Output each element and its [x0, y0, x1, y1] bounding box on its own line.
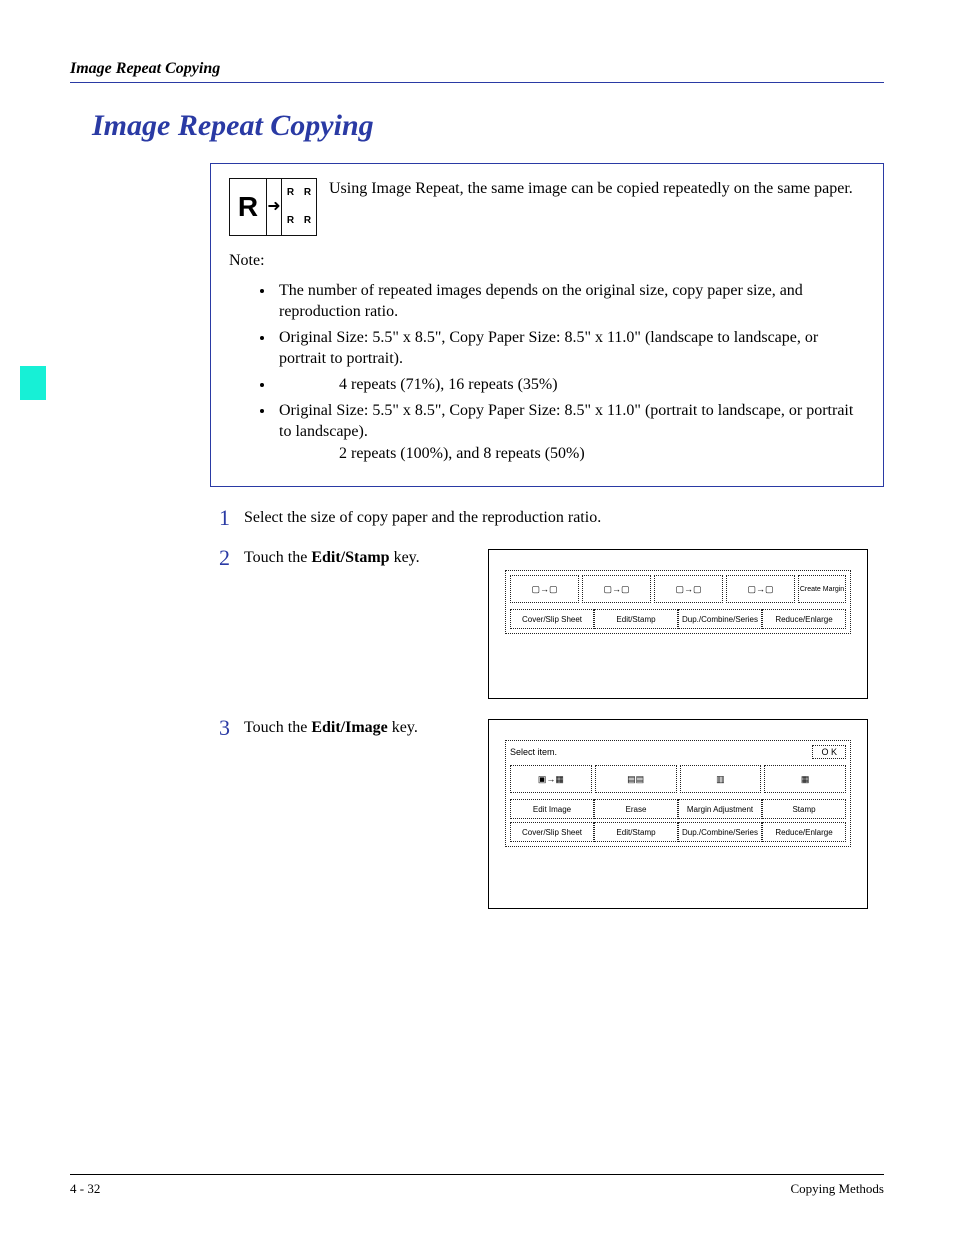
option-icon[interactable]: ▤▤: [595, 765, 677, 793]
mode-icon[interactable]: ▢→▢: [510, 575, 579, 603]
page-title: Image Repeat Copying: [92, 109, 884, 143]
touchscreen-figure: ▢→▢ ▢→▢ ▢→▢ ▢→▢ Create Margin Cover/Slip…: [488, 549, 868, 699]
panel-2: Select item. O K ▣→▦ ▤▤ ▥ ▦ Edit Image: [505, 740, 851, 847]
option-icon[interactable]: ▣→▦: [510, 765, 592, 793]
erase-button[interactable]: Erase: [594, 799, 678, 819]
step-text: Select the size of copy paper and the re…: [244, 507, 884, 527]
step-text: Touch the Edit/Image key.: [244, 719, 474, 737]
mode-icon[interactable]: ▢→▢: [582, 575, 651, 603]
edit-stamp-button[interactable]: Edit/Stamp: [594, 609, 678, 629]
step-number: 3: [210, 717, 230, 739]
panel-1: ▢→▢ ▢→▢ ▢→▢ ▢→▢ Create Margin Cover/Slip…: [505, 570, 851, 634]
create-margin-button[interactable]: Create Margin: [798, 575, 846, 603]
page-number: 4 - 32: [70, 1181, 100, 1197]
note-item: Original Size: 5.5" x 8.5", Copy Paper S…: [275, 400, 865, 465]
running-header: Image Repeat Copying: [70, 60, 884, 83]
note-item: 4 repeats (71%), 16 repeats (35%): [275, 374, 865, 396]
reduce-enlarge-button[interactable]: Reduce/Enlarge: [762, 822, 846, 842]
ok-button[interactable]: O K: [812, 745, 846, 759]
section-name: Copying Methods: [790, 1181, 884, 1197]
dup-combine-series-button[interactable]: Dup./Combine/Series: [678, 822, 762, 842]
margin-adjustment-button[interactable]: Margin Adjustment: [678, 799, 762, 819]
step-1: 1 Select the size of copy paper and the …: [210, 507, 884, 529]
option-icon[interactable]: ▦: [764, 765, 846, 793]
mode-icon[interactable]: ▢→▢: [726, 575, 795, 603]
mode-icon[interactable]: ▢→▢: [654, 575, 723, 603]
step-text: Touch the Edit/Stamp key.: [244, 549, 474, 567]
step-number: 1: [210, 507, 230, 529]
touchscreen-figure: Select item. O K ▣→▦ ▤▤ ▥ ▦ Edit Image: [488, 719, 868, 909]
steps: 1 Select the size of copy paper and the …: [210, 507, 884, 909]
intro-box: R ➜ RRRR Using Image Repeat, the same im…: [210, 163, 884, 487]
select-item-label: Select item.: [510, 747, 557, 757]
note-label: Note:: [229, 250, 865, 272]
image-repeat-icon: R ➜ RRRR: [229, 178, 317, 236]
option-icon[interactable]: ▥: [680, 765, 762, 793]
note-item: Original Size: 5.5" x 8.5", Copy Paper S…: [275, 327, 865, 370]
section-tab: [20, 366, 46, 400]
edit-image-button[interactable]: Edit Image: [510, 799, 594, 819]
page-footer: 4 - 32 Copying Methods: [70, 1174, 884, 1197]
cover-slip-sheet-button[interactable]: Cover/Slip Sheet: [510, 822, 594, 842]
step-number: 2: [210, 547, 230, 569]
step-2: 2 Touch the Edit/Stamp key. ▢→▢ ▢→▢ ▢→▢ …: [210, 547, 884, 699]
step-3: 3 Touch the Edit/Image key. Select item.…: [210, 717, 884, 909]
intro-text: Using Image Repeat, the same image can b…: [329, 178, 853, 236]
reduce-enlarge-button[interactable]: Reduce/Enlarge: [762, 609, 846, 629]
edit-stamp-button[interactable]: Edit/Stamp: [594, 822, 678, 842]
note-list: The number of repeated images depends on…: [275, 280, 865, 465]
stamp-button[interactable]: Stamp: [762, 799, 846, 819]
cover-slip-sheet-button[interactable]: Cover/Slip Sheet: [510, 609, 594, 629]
note-item: The number of repeated images depends on…: [275, 280, 865, 323]
dup-combine-series-button[interactable]: Dup./Combine/Series: [678, 609, 762, 629]
